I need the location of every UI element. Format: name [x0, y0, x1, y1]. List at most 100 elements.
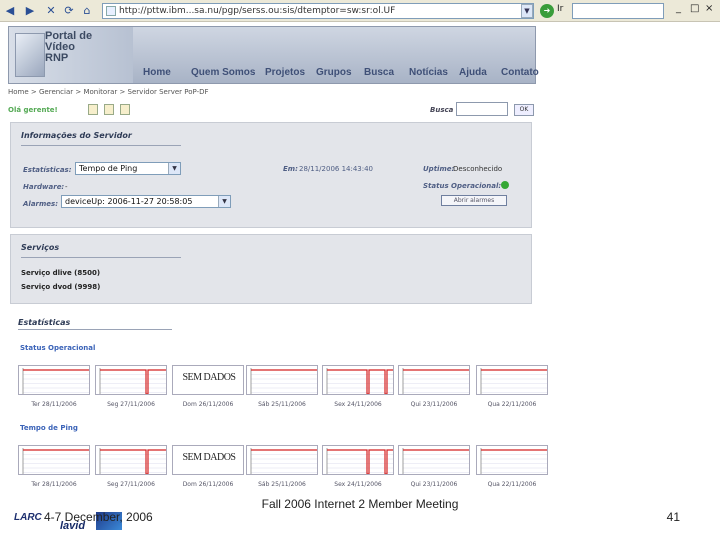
- thumbnail-date-label[interactable]: Qui 23/11/2006: [394, 401, 474, 408]
- alarms-select[interactable]: deviceUp: 2006-11-27 20:58:05 ▼: [61, 195, 231, 208]
- stats-label: Estatísticas:: [23, 166, 72, 174]
- thumbnail-date-label[interactable]: Sex 24/11/2006: [318, 481, 398, 488]
- greeting-text: Olá gerente!: [8, 106, 58, 114]
- service-item[interactable]: Serviço dvod (9998): [21, 283, 100, 291]
- go-label[interactable]: Ir: [557, 4, 563, 14]
- mini-chart: [250, 368, 317, 394]
- thumbnail-date-label[interactable]: Sex 24/11/2006: [318, 401, 398, 408]
- mini-chart: [326, 368, 393, 394]
- stat-thumbnail[interactable]: [18, 445, 90, 475]
- stat-thumbnail[interactable]: [246, 445, 318, 475]
- no-data-text: SEM DADOS: [182, 452, 236, 463]
- stats-select[interactable]: Tempo de Ping ▼: [75, 162, 181, 175]
- folder-icon[interactable]: [104, 104, 114, 115]
- breadcrumb[interactable]: Home > Gerenciar > Monitorar > Servidor …: [8, 88, 209, 96]
- footer-conference: Fall 2006 Internet 2 Member Meeting: [261, 497, 459, 511]
- thumbnail-date-label[interactable]: Seg 27/11/2006: [91, 401, 171, 408]
- back-arrow-icon[interactable]: ◀: [2, 3, 18, 19]
- footer-date: 4-7 December, 2006: [44, 510, 153, 524]
- status-indicator-icon: [501, 181, 509, 189]
- address-dropdown-icon[interactable]: ▼: [521, 4, 533, 18]
- nav-busca[interactable]: Busca: [364, 67, 394, 78]
- thumbnail-date-label[interactable]: Ter 28/11/2006: [14, 481, 94, 488]
- hardware-value: -: [65, 183, 68, 191]
- minimize-icon[interactable]: _: [676, 3, 681, 14]
- browser-search-input[interactable]: [572, 3, 664, 19]
- thumbnail-date-label[interactable]: Ter 28/11/2006: [14, 401, 94, 408]
- slide-number: 41: [666, 510, 680, 524]
- stat-thumbnail[interactable]: [322, 365, 394, 395]
- browser-toolbar: ◀ ▶ ✕ ⟳ ⌂ http://pttw.ibm...sa.nu/pgp/se…: [0, 0, 720, 22]
- nav-quem-somos[interactable]: Quem Somos: [191, 67, 255, 78]
- divider: [21, 145, 181, 146]
- mini-chart: [99, 448, 166, 474]
- stat-thumbnail[interactable]: [18, 365, 90, 395]
- divider: [18, 329, 172, 330]
- search-label: Busca: [430, 106, 454, 114]
- stat-thumbnail[interactable]: [322, 445, 394, 475]
- go-arrow-icon[interactable]: ➜: [540, 4, 554, 18]
- alarms-label: Alarmes:: [23, 200, 58, 208]
- nav-ajuda[interactable]: Ajuda: [459, 67, 487, 78]
- logo-mark-icon: [15, 33, 45, 77]
- stat-thumbnail[interactable]: [398, 445, 470, 475]
- no-data-text: SEM DADOS: [182, 372, 236, 383]
- mini-chart: [480, 448, 547, 474]
- stat-thumbnail[interactable]: [95, 445, 167, 475]
- stat-thumbnail[interactable]: [476, 445, 548, 475]
- mini-chart: [250, 448, 317, 474]
- thumbnail-date-label[interactable]: Seg 27/11/2006: [91, 481, 171, 488]
- stat-thumbnail[interactable]: [95, 365, 167, 395]
- stat-thumbnail[interactable]: SEM DADOS: [172, 445, 244, 475]
- address-bar[interactable]: http://pttw.ibm...sa.nu/pgp/serss.ou:sis…: [102, 3, 534, 19]
- mini-chart: [99, 368, 166, 394]
- home-icon[interactable]: ⌂: [80, 3, 94, 19]
- search-button[interactable]: OK: [514, 104, 534, 116]
- stat-thumbnail[interactable]: [398, 365, 470, 395]
- thumbnail-date-label[interactable]: Sáb 25/11/2006: [242, 401, 322, 408]
- forward-arrow-icon[interactable]: ▶: [22, 3, 38, 19]
- refresh-icon[interactable]: ⟳: [62, 3, 76, 19]
- stat-thumbnail[interactable]: SEM DADOS: [172, 365, 244, 395]
- nav-noticias[interactable]: Notícias: [409, 67, 448, 78]
- mini-chart: [402, 368, 469, 394]
- status-series-line: [100, 369, 166, 394]
- stop-icon[interactable]: ✕: [44, 3, 58, 19]
- search-input[interactable]: [456, 102, 508, 116]
- em-value: 28/11/2006 14:43:40: [299, 165, 374, 173]
- thumbnail-date-label[interactable]: Dom 26/11/2006: [168, 401, 248, 408]
- thumbnail-date-label[interactable]: Qua 22/11/2006: [472, 481, 552, 488]
- status-label: Status Operacional:: [423, 182, 502, 190]
- stat-thumbnail[interactable]: [246, 365, 318, 395]
- print-icon[interactable]: [120, 104, 130, 115]
- mini-chart: [480, 368, 547, 394]
- edit-icon[interactable]: [88, 104, 98, 115]
- nav-home[interactable]: Home: [143, 67, 171, 78]
- thumbnail-date-label[interactable]: Dom 26/11/2006: [168, 481, 248, 488]
- address-text: http://pttw.ibm...sa.nu/pgp/serss.ou:sis…: [119, 6, 396, 16]
- nav-grupos[interactable]: Grupos: [316, 67, 352, 78]
- stat-thumbnail[interactable]: [476, 365, 548, 395]
- greeting-row: Olá gerente! Busca OK: [8, 102, 536, 118]
- services-title: Serviços: [21, 243, 60, 252]
- close-icon[interactable]: ×: [705, 3, 713, 14]
- status-series-line: [327, 449, 393, 474]
- divider: [21, 257, 181, 258]
- portal-logo[interactable]: Portal de Vídeo RNP: [9, 27, 133, 83]
- nav-projetos[interactable]: Projetos: [265, 67, 305, 78]
- uptime-label: Uptime:: [423, 165, 455, 173]
- status-series-line: [100, 449, 166, 474]
- nav-contato[interactable]: Contato: [501, 67, 539, 78]
- uptime-value: Desconhecido: [453, 165, 503, 173]
- thumbnail-date-label[interactable]: Qua 22/11/2006: [472, 401, 552, 408]
- thumbnail-date-label[interactable]: Qui 23/11/2006: [394, 481, 474, 488]
- thumbnail-date-label[interactable]: Sáb 25/11/2006: [242, 481, 322, 488]
- status-series-line: [327, 369, 393, 394]
- mini-chart: [22, 368, 89, 394]
- open-alarms-button[interactable]: Abrir alarmes: [441, 195, 507, 206]
- chevron-down-icon: ▼: [168, 163, 180, 174]
- mini-chart: [326, 448, 393, 474]
- server-info-panel: Informações do Servidor Estatísticas: Te…: [10, 122, 532, 228]
- service-item[interactable]: Serviço dlive (8500): [21, 269, 100, 277]
- maximize-icon[interactable]: □: [690, 3, 699, 14]
